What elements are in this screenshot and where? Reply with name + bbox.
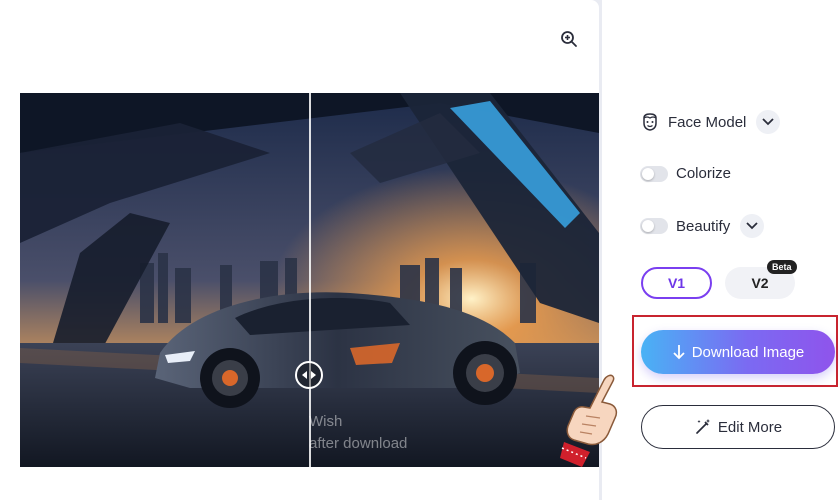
edit-more-label: Edit More <box>717 418 783 436</box>
image-preview[interactable]: Wish after download <box>20 93 599 467</box>
beta-badge: Beta <box>767 260 797 274</box>
watermark-line-1: Wish <box>309 413 343 430</box>
compare-arrows-icon[interactable] <box>295 361 323 389</box>
download-arrow-icon <box>672 344 686 360</box>
chevron-down-icon[interactable] <box>756 110 781 134</box>
colorize-label: Colorize <box>676 165 732 182</box>
version-v1-button[interactable]: V1 <box>641 267 712 299</box>
download-image-button[interactable]: Download Image <box>641 330 835 374</box>
colorize-option: Colorize <box>640 165 731 182</box>
watermark-line-2: after download <box>309 435 408 452</box>
face-model-label: Face Model <box>668 113 747 131</box>
magic-wand-icon <box>694 418 712 436</box>
chevron-down-icon[interactable] <box>740 214 765 238</box>
zoom-in-icon[interactable] <box>556 26 582 52</box>
beautify-label: Beautify <box>676 217 731 235</box>
watermark-text: Wish after download <box>309 411 407 455</box>
face-model-option[interactable]: Face Model <box>640 110 781 134</box>
edit-more-button[interactable]: Edit More <box>641 405 835 449</box>
beautify-toggle[interactable] <box>640 218 668 234</box>
beautify-option: Beautify <box>640 214 765 238</box>
pointing-hand-icon <box>560 372 630 472</box>
face-icon <box>640 112 660 132</box>
download-image-label: Download Image <box>691 343 805 361</box>
colorize-toggle[interactable] <box>640 165 668 182</box>
